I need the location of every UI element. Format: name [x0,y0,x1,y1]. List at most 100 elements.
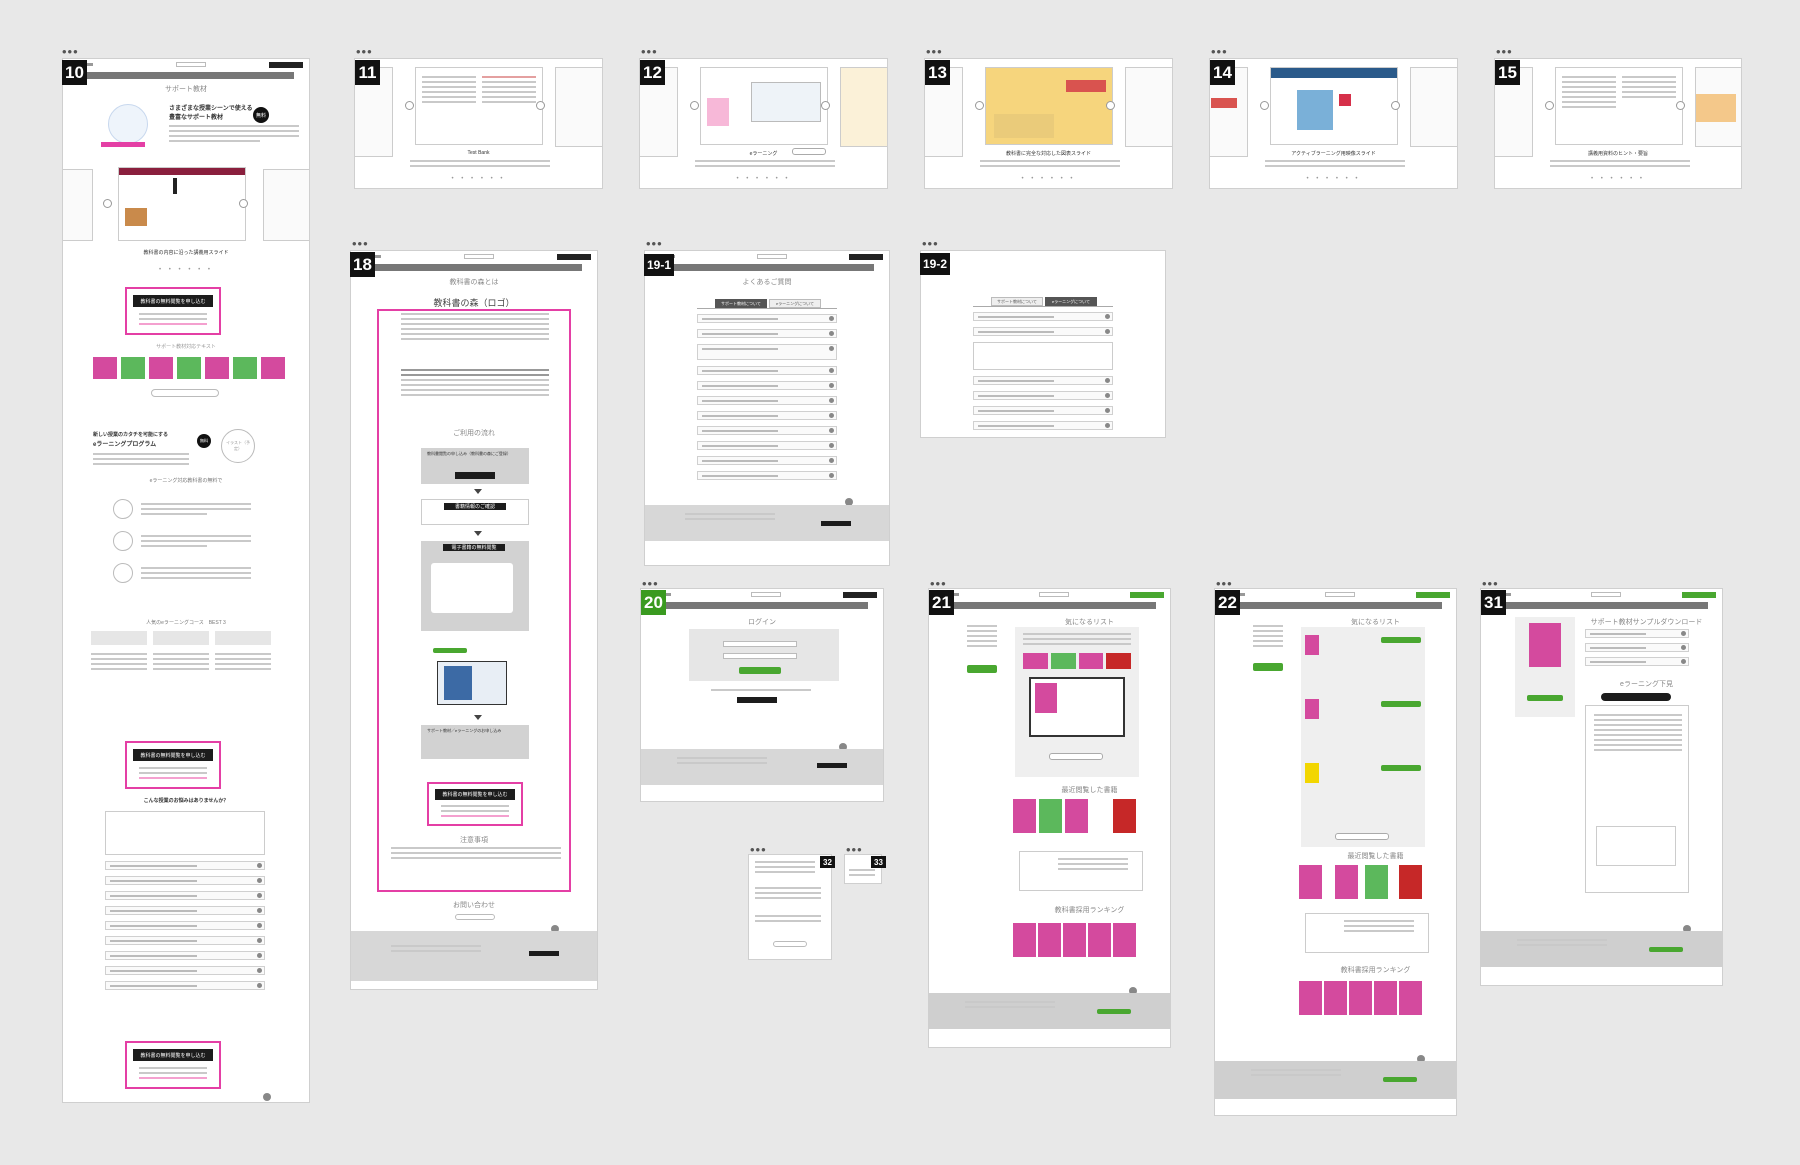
next-arrow-icon[interactable] [1391,101,1400,110]
more-button[interactable] [1049,753,1103,760]
faq-row[interactable] [973,376,1113,385]
book-cover[interactable] [1335,865,1358,899]
book-cover[interactable] [1113,923,1136,957]
faq-row[interactable] [105,981,265,990]
faq-row[interactable] [697,396,837,405]
mypage-button[interactable] [1416,592,1450,598]
global-nav[interactable] [1495,602,1708,609]
sidebar-menu[interactable] [1253,625,1283,650]
slider-pager[interactable]: • • • • • • [1210,176,1457,182]
faq-row[interactable] [697,426,837,435]
book-cover[interactable] [1013,799,1036,833]
next-arrow-icon[interactable] [1676,101,1685,110]
global-nav[interactable] [943,602,1156,609]
text-thumbs[interactable] [93,357,285,379]
tab-elearning[interactable]: eラーニングについて [769,299,821,308]
global-nav[interactable] [77,72,295,79]
faq-row[interactable] [973,406,1113,415]
book-cover[interactable] [1065,799,1088,833]
prev-arrow-icon[interactable] [975,101,984,110]
book-cover[interactable] [1299,981,1322,1015]
faq-row[interactable] [105,966,265,975]
slider-pager[interactable]: • • • • • • [640,176,887,182]
global-nav[interactable] [1229,602,1442,609]
prev-arrow-icon[interactable] [1545,101,1554,110]
search-input[interactable] [756,254,787,259]
course-card-3[interactable] [215,631,271,645]
elearn-button[interactable] [1601,693,1671,701]
search-input[interactable] [175,62,206,67]
mypage-button[interactable] [1130,592,1164,598]
book-cover[interactable] [1349,981,1372,1015]
sidebar-button[interactable] [967,665,997,673]
login-button[interactable] [849,254,883,260]
login-button[interactable] [269,62,303,68]
faq-open[interactable] [973,342,1113,370]
close-button[interactable] [773,941,807,947]
faq-row[interactable] [105,906,265,915]
download-row[interactable] [1585,643,1689,652]
global-nav[interactable] [659,264,875,271]
sidebar-button[interactable] [1253,663,1283,671]
download-row[interactable] [1585,629,1689,638]
search-input[interactable] [1590,592,1621,597]
prev-arrow-icon[interactable] [405,101,414,110]
book-cover[interactable] [1365,865,1388,899]
faq-open[interactable] [105,811,265,855]
book-cover[interactable] [1399,865,1422,899]
slider-pager[interactable]: • • • • • • [1495,176,1741,182]
cta-button[interactable]: 教科書の無料閲覧を申し込む [435,789,515,800]
prev-arrow-icon[interactable] [103,199,112,208]
sidebar-menu[interactable] [967,625,997,650]
login-button[interactable] [557,254,591,260]
tab-elearning[interactable]: eラーニングについて [1045,297,1097,306]
cta-button-3[interactable]: 教科書の無料閲覧を申し込む [133,1049,213,1061]
book-cover[interactable] [1113,799,1136,833]
green-button[interactable] [433,648,467,653]
faq-row[interactable] [973,391,1113,400]
register-button[interactable] [737,697,777,703]
faq-row[interactable] [105,891,265,900]
slider-pager[interactable]: • • • • • • [355,176,602,182]
book-cover[interactable] [1324,981,1347,1015]
book-cover[interactable] [1038,923,1061,957]
book-cover[interactable] [1039,799,1062,833]
password-field[interactable] [723,653,797,659]
book-cover[interactable] [1088,923,1111,957]
next-arrow-icon[interactable] [536,101,545,110]
prev-arrow-icon[interactable] [1260,101,1269,110]
detail-button[interactable] [792,148,826,155]
next-arrow-icon[interactable] [239,199,248,208]
faq-row[interactable] [973,327,1113,336]
search-input[interactable] [751,592,782,597]
book-cover[interactable] [1374,981,1397,1015]
faq-row[interactable] [697,411,837,420]
faq-row[interactable] [697,381,837,390]
page-top-icon[interactable] [263,1093,271,1101]
next-arrow-icon[interactable] [1106,101,1115,110]
faq-row[interactable] [697,366,837,375]
faq-row[interactable] [973,312,1113,321]
global-nav[interactable] [655,602,869,609]
faq-row[interactable] [105,921,265,930]
book-cover[interactable] [1399,981,1422,1015]
faq-row[interactable] [697,344,837,360]
global-nav[interactable] [365,264,583,271]
tab-support[interactable]: サポート教材について [715,299,767,308]
faq-row[interactable] [697,456,837,465]
course-card-2[interactable] [153,631,209,645]
slider-pager[interactable]: • • • • • • [925,176,1172,182]
faq-row[interactable] [105,876,265,885]
cta-button-2[interactable]: 教科書の無料閲覧を申し込む [133,749,213,761]
contact-button[interactable] [455,914,495,920]
prev-arrow-icon[interactable] [690,101,699,110]
tab-support[interactable]: サポート教材について [991,297,1043,306]
more-button[interactable] [151,389,219,397]
search-input[interactable] [1324,592,1355,597]
faq-row[interactable] [697,329,837,338]
faq-row[interactable] [105,951,265,960]
download-row[interactable] [1585,657,1689,666]
step-1-button[interactable] [455,472,495,479]
login-submit-button[interactable] [739,667,781,674]
slider-pager[interactable]: • • • • • • [63,267,309,273]
